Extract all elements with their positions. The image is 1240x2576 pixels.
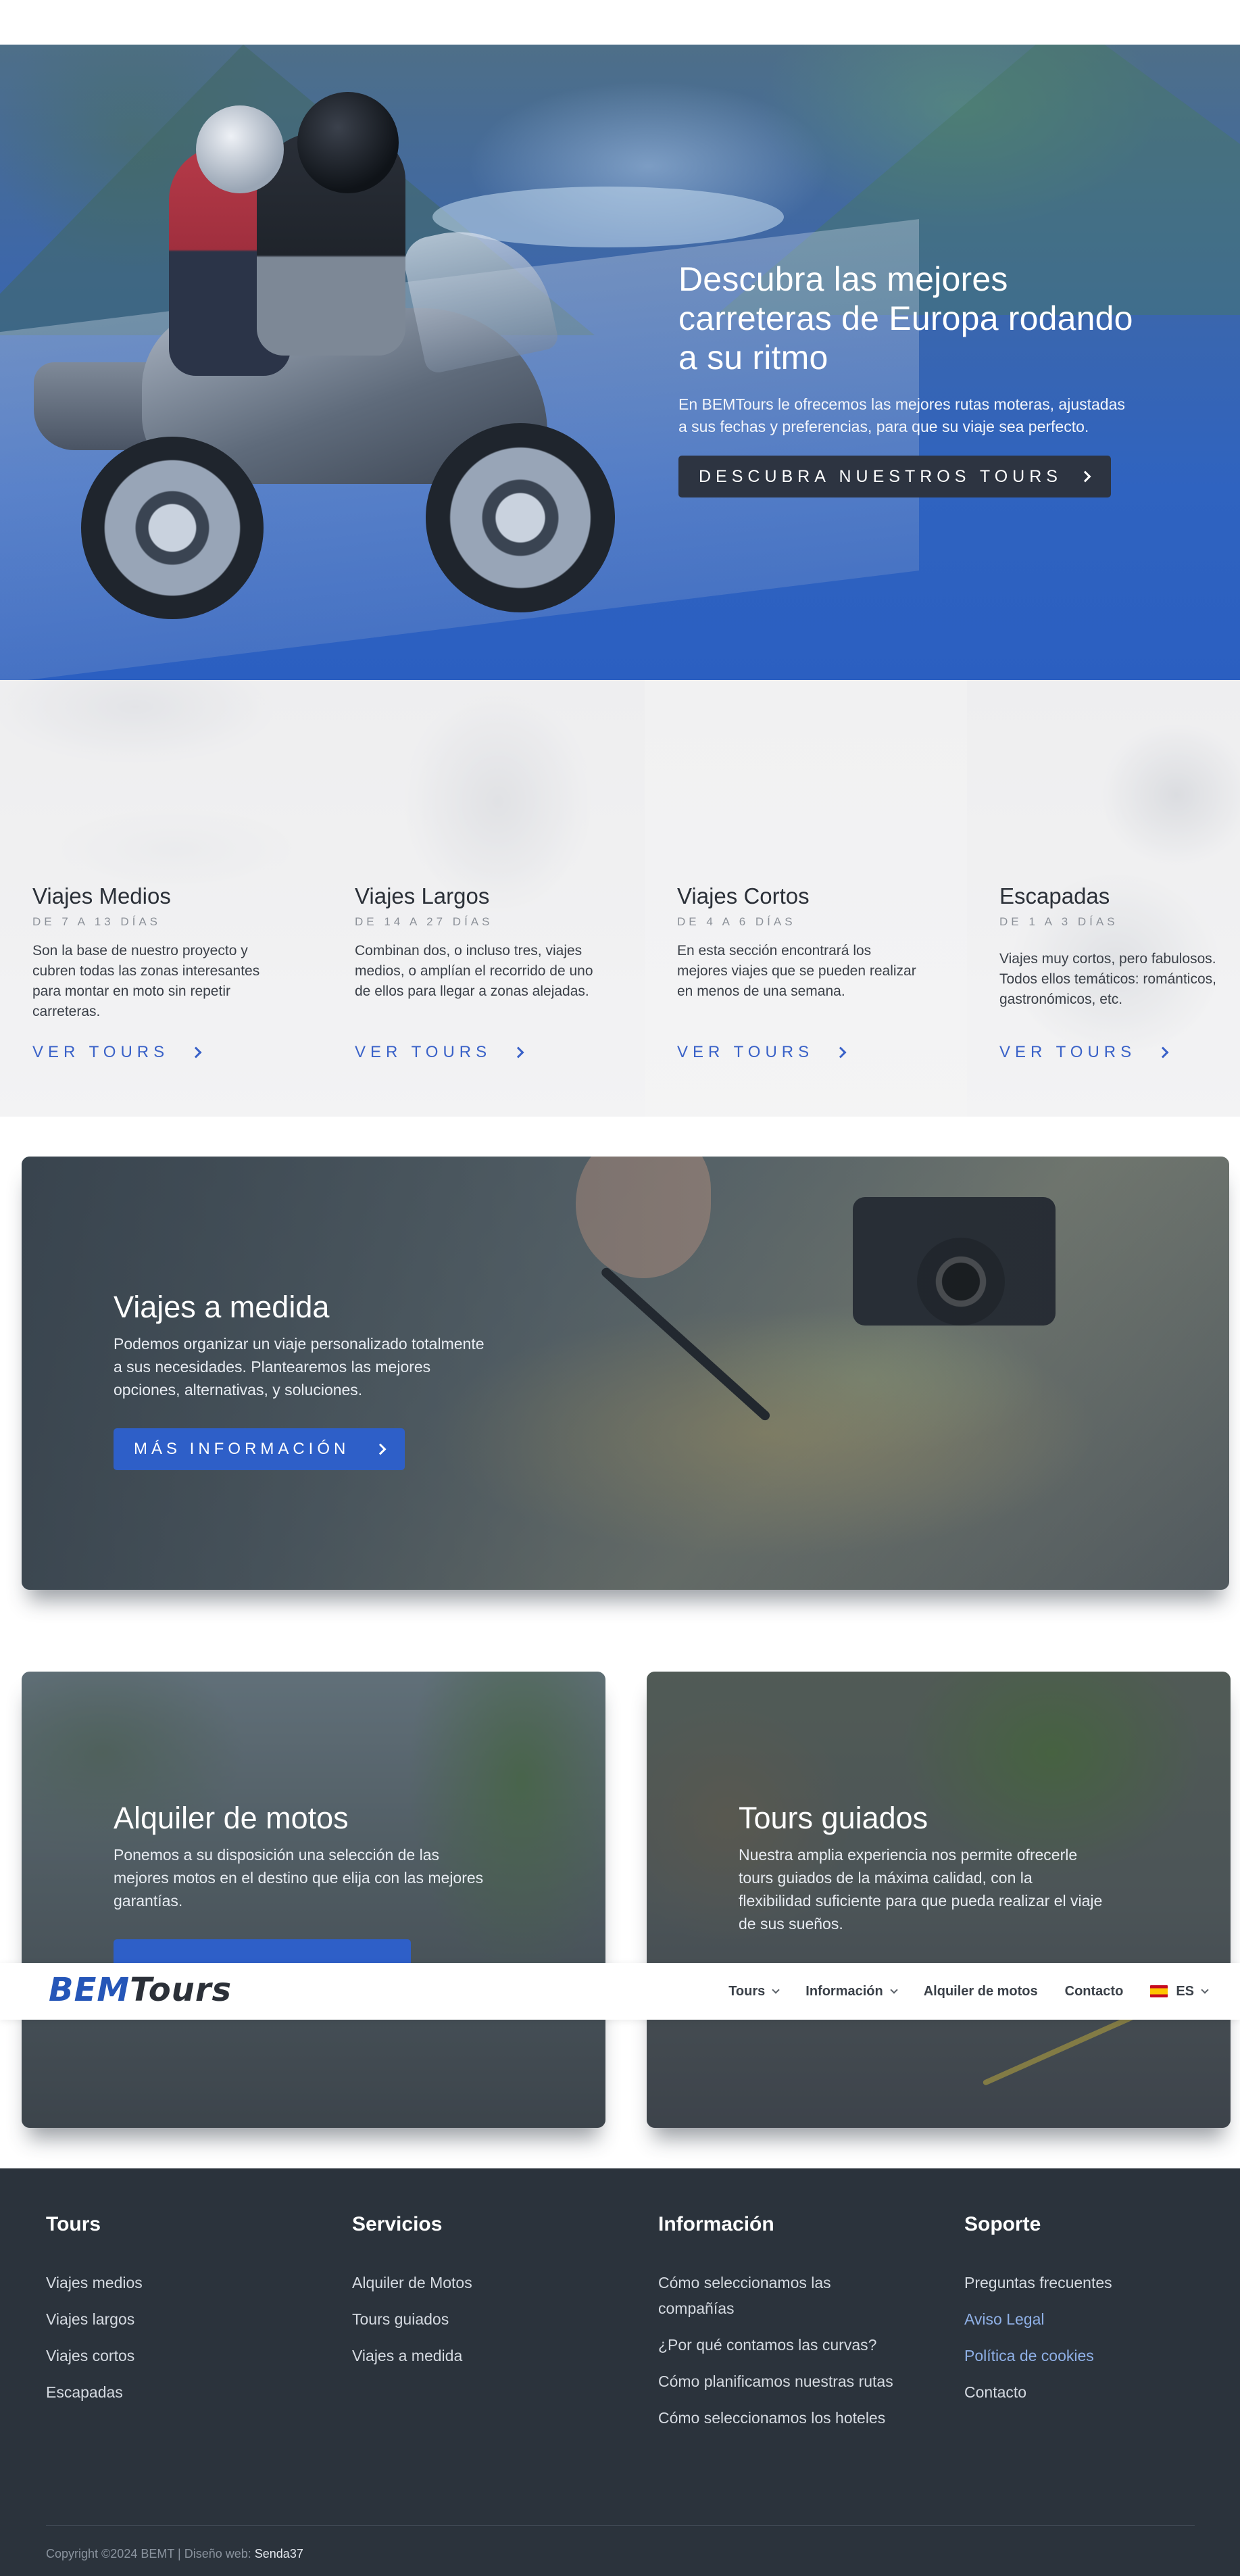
chevron-right-icon xyxy=(1157,1046,1169,1059)
viajes-a-medida-banner: Viajes a medida Podemos organizar un via… xyxy=(22,1157,1229,1590)
footer-link[interactable]: Aviso Legal xyxy=(964,2306,1214,2332)
footer-link[interactable]: Viajes a medida xyxy=(352,2343,602,2368)
nav-contacto[interactable]: Contacto xyxy=(1065,1984,1124,1999)
site-footer: Tours Viajes medios Viajes largos Viajes… xyxy=(0,2168,1240,2576)
logo-bem-text: BEM xyxy=(49,1971,130,2009)
alquiler-title: Alquiler de motos xyxy=(114,1801,349,1835)
category-description: Son la base de nuestro proyecto y cubren… xyxy=(32,943,260,1019)
footer-link[interactable]: Política de cookies xyxy=(964,2343,1214,2368)
footer-link[interactable]: Viajes largos xyxy=(46,2306,296,2332)
category-days: de 14 a 27 días xyxy=(355,915,493,928)
chevron-right-icon xyxy=(1079,470,1091,483)
footer-col-servicios: Servicios Alquiler de Motos Tours guiado… xyxy=(352,2213,602,2379)
footer-link[interactable]: Escapadas xyxy=(46,2379,296,2405)
ver-tours-link[interactable]: VER TOURS xyxy=(677,1043,847,1062)
footer-col-soporte: Soporte Preguntas frecuentes Aviso Legal… xyxy=(964,2213,1214,2416)
nav-tours-label: Tours xyxy=(728,1983,766,1999)
footer-link[interactable]: Tours guiados xyxy=(352,2306,602,2332)
chevron-right-icon xyxy=(374,1443,387,1455)
ver-tours-label: VER TOURS xyxy=(32,1043,170,1061)
footer-link[interactable]: Cómo planificamos nuestras rutas xyxy=(658,2368,901,2394)
spain-flag-icon xyxy=(1150,1985,1168,1997)
copyright-text: Copyright ©2024 BEMT | Diseño web: xyxy=(46,2547,255,2560)
chevron-down-icon xyxy=(1201,1986,1209,1994)
footer-col-title: Tours xyxy=(46,2213,101,2235)
hero-description: En BEMTours le ofrecemos las mejores rut… xyxy=(678,395,1125,435)
mas-informacion-button[interactable]: Más información xyxy=(114,1428,405,1470)
category-description: Viajes muy cortos, pero fabulosos. Todos… xyxy=(999,951,1216,1007)
footer-col-title: Servicios xyxy=(352,2213,443,2235)
footer-link[interactable]: Viajes cortos xyxy=(46,2343,296,2368)
ver-tours-label: VER TOURS xyxy=(677,1043,814,1061)
designer-link[interactable]: Senda37 xyxy=(255,2547,303,2560)
category-description: Combinan dos, o incluso tres, viajes med… xyxy=(355,943,593,999)
chevron-down-icon xyxy=(890,1986,898,1994)
ver-tours-link[interactable]: VER TOURS xyxy=(32,1043,202,1062)
medida-description: Podemos organizar un viaje personalizado… xyxy=(114,1335,485,1399)
ver-tours-label: VER TOURS xyxy=(355,1043,492,1061)
copyright: Copyright ©2024 BEMT | Diseño web: Senda… xyxy=(46,2547,303,2561)
nav-informacion-label: Información xyxy=(805,1983,883,1999)
hero-banner: Descubra las mejores carreteras de Europ… xyxy=(0,45,1240,680)
discover-tours-button[interactable]: Descubra nuestros tours xyxy=(678,456,1111,497)
chevron-down-icon xyxy=(772,1986,780,1994)
footer-col-title: Información xyxy=(658,2213,774,2235)
footer-link[interactable]: Preguntas frecuentes xyxy=(964,2270,1214,2295)
category-card-escapadas[interactable]: Escapadas de 1 a 3 días Viajes muy corto… xyxy=(967,680,1240,1117)
footer-link[interactable]: Cómo seleccionamos las compañías xyxy=(658,2270,901,2321)
footer-link[interactable]: Viajes medios xyxy=(46,2270,296,2295)
category-title: Viajes Largos xyxy=(355,883,490,908)
footer-link[interactable]: ¿Por qué contamos las curvas? xyxy=(658,2332,901,2358)
alquiler-description: Ponemos a su disposición una selección d… xyxy=(114,1846,484,1910)
nav-alquiler[interactable]: Alquiler de motos xyxy=(924,1984,1038,1999)
tour-categories: Viajes Medios de 7 a 13 días Son la base… xyxy=(0,680,1240,1117)
chevron-right-icon xyxy=(190,1046,202,1059)
category-title: Viajes Medios xyxy=(32,883,171,908)
ver-tours-link[interactable]: VER TOURS xyxy=(999,1043,1169,1062)
hero-title: Descubra las mejores carreteras de Europ… xyxy=(678,260,1133,376)
alquiler-de-motos-banner[interactable]: Alquiler de motos Ponemos a su disposici… xyxy=(22,1672,605,2128)
category-days: de 4 a 6 días xyxy=(677,915,796,928)
chevron-right-icon xyxy=(835,1046,847,1059)
category-description: En esta sección encontrará los mejores v… xyxy=(677,943,916,999)
footer-col-title: Soporte xyxy=(964,2213,1041,2235)
ver-tours-link[interactable]: VER TOURS xyxy=(355,1043,524,1062)
category-title: Viajes Cortos xyxy=(677,883,810,908)
footer-divider xyxy=(46,2525,1195,2526)
category-title: Escapadas xyxy=(999,883,1110,908)
nav-tours[interactable]: Tours xyxy=(728,1983,780,1999)
footer-col-informacion: Información Cómo seleccionamos las compa… xyxy=(658,2213,901,2441)
tours-guiados-banner[interactable]: Tours guiados Nuestra amplia experiencia… xyxy=(647,1672,1231,2128)
main-nav: Tours Información Alquiler de motos Cont… xyxy=(728,1963,1209,2020)
mas-informacion-label: Más información xyxy=(134,1440,350,1458)
ver-tours-label: VER TOURS xyxy=(999,1043,1137,1061)
medida-title: Viajes a medida xyxy=(114,1290,330,1324)
nav-informacion[interactable]: Información xyxy=(805,1983,898,1999)
guiados-description: Nuestra amplia experiencia nos permite o… xyxy=(739,1846,1103,1933)
footer-link[interactable]: Cómo seleccionamos los hoteles xyxy=(658,2405,901,2431)
chevron-right-icon xyxy=(512,1046,524,1059)
discover-tours-label: Descubra nuestros tours xyxy=(699,466,1062,486)
category-card-viajes-cortos[interactable]: Viajes Cortos de 4 a 6 días En esta secc… xyxy=(645,680,967,1117)
hero-motorcycle-image xyxy=(34,92,642,646)
category-card-viajes-medios[interactable]: Viajes Medios de 7 a 13 días Son la base… xyxy=(0,680,322,1117)
nav-contacto-label: Contacto xyxy=(1064,1983,1124,1999)
language-label: ES xyxy=(1176,1983,1194,1999)
category-days: de 1 a 3 días xyxy=(999,915,1118,928)
footer-link[interactable]: Alquiler de Motos xyxy=(352,2270,602,2295)
hero-text: Descubra las mejores carreteras de Europ… xyxy=(678,260,1151,497)
category-card-viajes-largos[interactable]: Viajes Largos de 14 a 27 días Combinan d… xyxy=(322,680,645,1117)
footer-link[interactable]: Contacto xyxy=(964,2379,1214,2405)
bemtours-logo[interactable]: BEM Tours xyxy=(49,1971,232,2009)
nav-alquiler-label: Alquiler de motos xyxy=(923,1983,1038,1999)
language-selector[interactable]: ES xyxy=(1150,1983,1209,1999)
footer-col-tours: Tours Viajes medios Viajes largos Viajes… xyxy=(46,2213,296,2416)
site-header: BEM Tours Tours Información Alquiler de … xyxy=(0,1963,1240,2020)
category-days: de 7 a 13 días xyxy=(32,915,162,928)
guiados-title: Tours guiados xyxy=(739,1801,928,1835)
logo-tours-text: Tours xyxy=(130,1971,232,2009)
